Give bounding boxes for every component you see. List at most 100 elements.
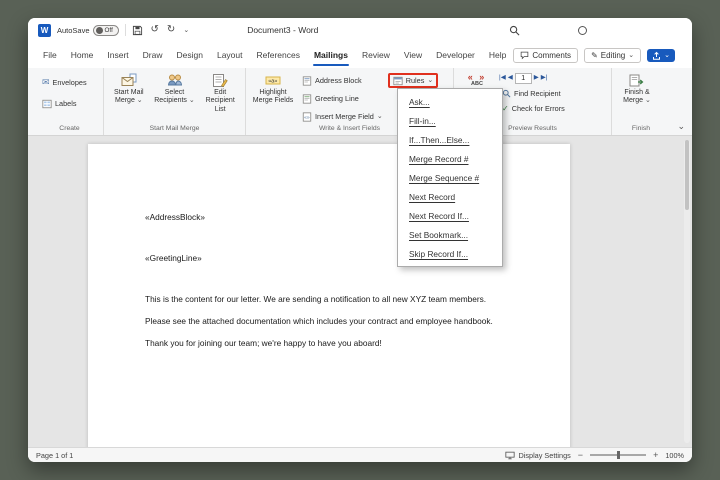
labels-button[interactable]: Labels (39, 96, 90, 111)
ribbon-group-create: ✉ Envelopes Labels (36, 68, 104, 135)
pencil-icon: ✎ (591, 51, 598, 60)
display-settings-button[interactable]: Display Settings (505, 451, 570, 460)
editing-mode-button[interactable]: ✎ Editing ⌄ (584, 48, 641, 63)
share-arrow-icon (652, 51, 661, 60)
rules-button[interactable]: Rules ⌄ (388, 73, 439, 88)
scrollbar-thumb[interactable] (685, 140, 689, 210)
comment-bubble-icon (520, 51, 529, 60)
insert-merge-field-button[interactable]: «» Insert Merge Field ⌄ (299, 109, 386, 124)
svg-text:«a»: «a» (268, 79, 277, 85)
tab-references[interactable]: References (250, 44, 307, 66)
check-for-errors-button[interactable]: ✓ Check for Errors (499, 102, 568, 115)
greeting-line-button[interactable]: Greeting Line (299, 91, 386, 106)
rules-dropdown-menu: Ask... Fill-in... If...Then...Else... Me… (397, 88, 503, 267)
presence-ring-icon[interactable] (578, 26, 587, 35)
record-navigator: |◀ ◀ ▶ ▶| (499, 72, 568, 85)
address-block-label: Address Block (315, 76, 362, 85)
zoom-out-button[interactable]: − (578, 451, 583, 460)
zoom-level[interactable]: 100% (665, 451, 684, 460)
envelopes-label: Envelopes (53, 78, 87, 87)
tab-draw[interactable]: Draw (136, 44, 170, 66)
menu-item-next-record-if[interactable]: Next Record If... (398, 206, 502, 225)
save-icon[interactable] (132, 25, 143, 36)
envelopes-button[interactable]: ✉ Envelopes (39, 75, 90, 90)
select-recipients-label: Select Recipients (154, 89, 187, 104)
highlight-merge-fields-button[interactable]: «a» Highlight Merge Fields (249, 71, 297, 108)
next-record-icon[interactable]: ▶ (534, 75, 539, 82)
editing-label: Editing (601, 51, 625, 60)
quick-access-toolbar: ↺ ↻ ⌄ (132, 25, 190, 36)
tab-help[interactable]: Help (482, 44, 513, 66)
comments-button[interactable]: Comments (513, 48, 578, 63)
zoom-slider-thumb[interactable] (617, 451, 620, 459)
menu-item-if-then-else[interactable]: If...Then...Else... (398, 130, 502, 149)
first-record-icon[interactable]: |◀ (499, 75, 506, 82)
chevron-down-icon: ⌄ (427, 77, 433, 84)
select-recipients-button[interactable]: Select Recipients ⌄ (153, 71, 197, 108)
tab-developer[interactable]: Developer (429, 44, 482, 66)
insert-merge-field-icon: «» (302, 112, 312, 122)
word-window: W AutoSave Off ↺ ↻ ⌄ Document3 - Word (28, 18, 692, 462)
labels-label: Labels (55, 99, 77, 108)
tab-layout[interactable]: Layout (210, 44, 250, 66)
autosave-control: AutoSave Off (57, 25, 119, 36)
tab-review[interactable]: Review (355, 44, 397, 66)
address-block-button[interactable]: Address Block (299, 73, 386, 88)
record-number-input[interactable] (515, 73, 532, 84)
vertical-scrollbar[interactable] (684, 140, 690, 443)
previous-record-icon[interactable]: ◀ (508, 75, 513, 82)
zoom-in-button[interactable]: + (653, 451, 658, 460)
share-button[interactable]: ⌄ (647, 49, 675, 62)
zoom-slider[interactable] (590, 454, 646, 456)
menu-item-set-bookmark[interactable]: Set Bookmark... (398, 225, 502, 244)
edit-recipient-list-label: Edit Recipient List (199, 89, 241, 114)
preview-results-icon: « » ABC (468, 73, 487, 88)
find-recipient-icon (502, 89, 511, 98)
menu-item-skip-record-if[interactable]: Skip Record If... (398, 244, 502, 263)
rules-label: Rules (406, 76, 425, 85)
tab-view[interactable]: View (397, 44, 429, 66)
edit-recipient-list-button[interactable]: Edit Recipient List (198, 71, 242, 116)
last-record-icon[interactable]: ▶| (541, 75, 548, 82)
customize-toolbar-chevron-icon[interactable]: ⌄ (183, 27, 189, 34)
tab-home[interactable]: Home (64, 44, 101, 66)
title-bar: W AutoSave Off ↺ ↻ ⌄ Document3 - Word (28, 18, 692, 42)
menu-item-merge-record[interactable]: Merge Record # (398, 149, 502, 168)
menu-item-merge-sequence[interactable]: Merge Sequence # (398, 168, 502, 187)
find-recipient-button[interactable]: Find Recipient (499, 87, 568, 100)
finish-merge-button[interactable]: Finish & Merge ⌄ (615, 71, 659, 108)
menu-item-next-record[interactable]: Next Record (398, 187, 502, 206)
preview-results-button[interactable]: « » ABC (457, 71, 497, 90)
document-title: Document3 - Word (247, 25, 318, 35)
page-indicator[interactable]: Page 1 of 1 (36, 451, 73, 460)
check-for-errors-label: Check for Errors (512, 104, 565, 113)
chevron-down-icon: ⌄ (628, 52, 634, 59)
highlight-icon: «a» (265, 73, 281, 88)
ribbon-group-start-mail-merge: Start Mail Merge ⌄ Select Recipients ⌄ (104, 68, 246, 135)
collapse-ribbon-icon[interactable]: ⌄ (677, 122, 685, 131)
group-label-create: Create (39, 124, 100, 134)
create-group-body: ✉ Envelopes Labels (39, 71, 100, 124)
tab-insert[interactable]: Insert (100, 44, 135, 66)
redo-icon[interactable]: ↻ (167, 25, 175, 35)
comments-label: Comments (532, 51, 571, 60)
highlight-merge-fields-label: Highlight Merge Fields (250, 89, 296, 106)
undo-icon[interactable]: ↺ (151, 25, 159, 35)
chevron-down-icon: ⌄ (137, 97, 143, 104)
word-logo-icon: W (38, 24, 51, 37)
display-settings-icon (505, 451, 515, 460)
start-mail-merge-button[interactable]: Start Mail Merge ⌄ (107, 71, 151, 108)
labels-icon (42, 99, 52, 109)
tab-design[interactable]: Design (170, 44, 210, 66)
menu-item-fill-in[interactable]: Fill-in... (398, 111, 502, 130)
menu-item-ask[interactable]: Ask... (398, 92, 502, 111)
check-errors-icon: ✓ (502, 105, 509, 113)
search-icon[interactable] (509, 25, 520, 36)
autosave-toggle[interactable]: Off (93, 25, 119, 36)
body-paragraph: Please see the attached documentation wh… (145, 316, 556, 326)
address-block-icon (302, 76, 312, 86)
envelope-icon: ✉ (42, 77, 50, 88)
tab-mailings[interactable]: Mailings (307, 44, 355, 66)
tab-file[interactable]: File (36, 44, 64, 66)
document-area: «AddressBlock» «GreetingLine» This is th… (28, 136, 692, 447)
